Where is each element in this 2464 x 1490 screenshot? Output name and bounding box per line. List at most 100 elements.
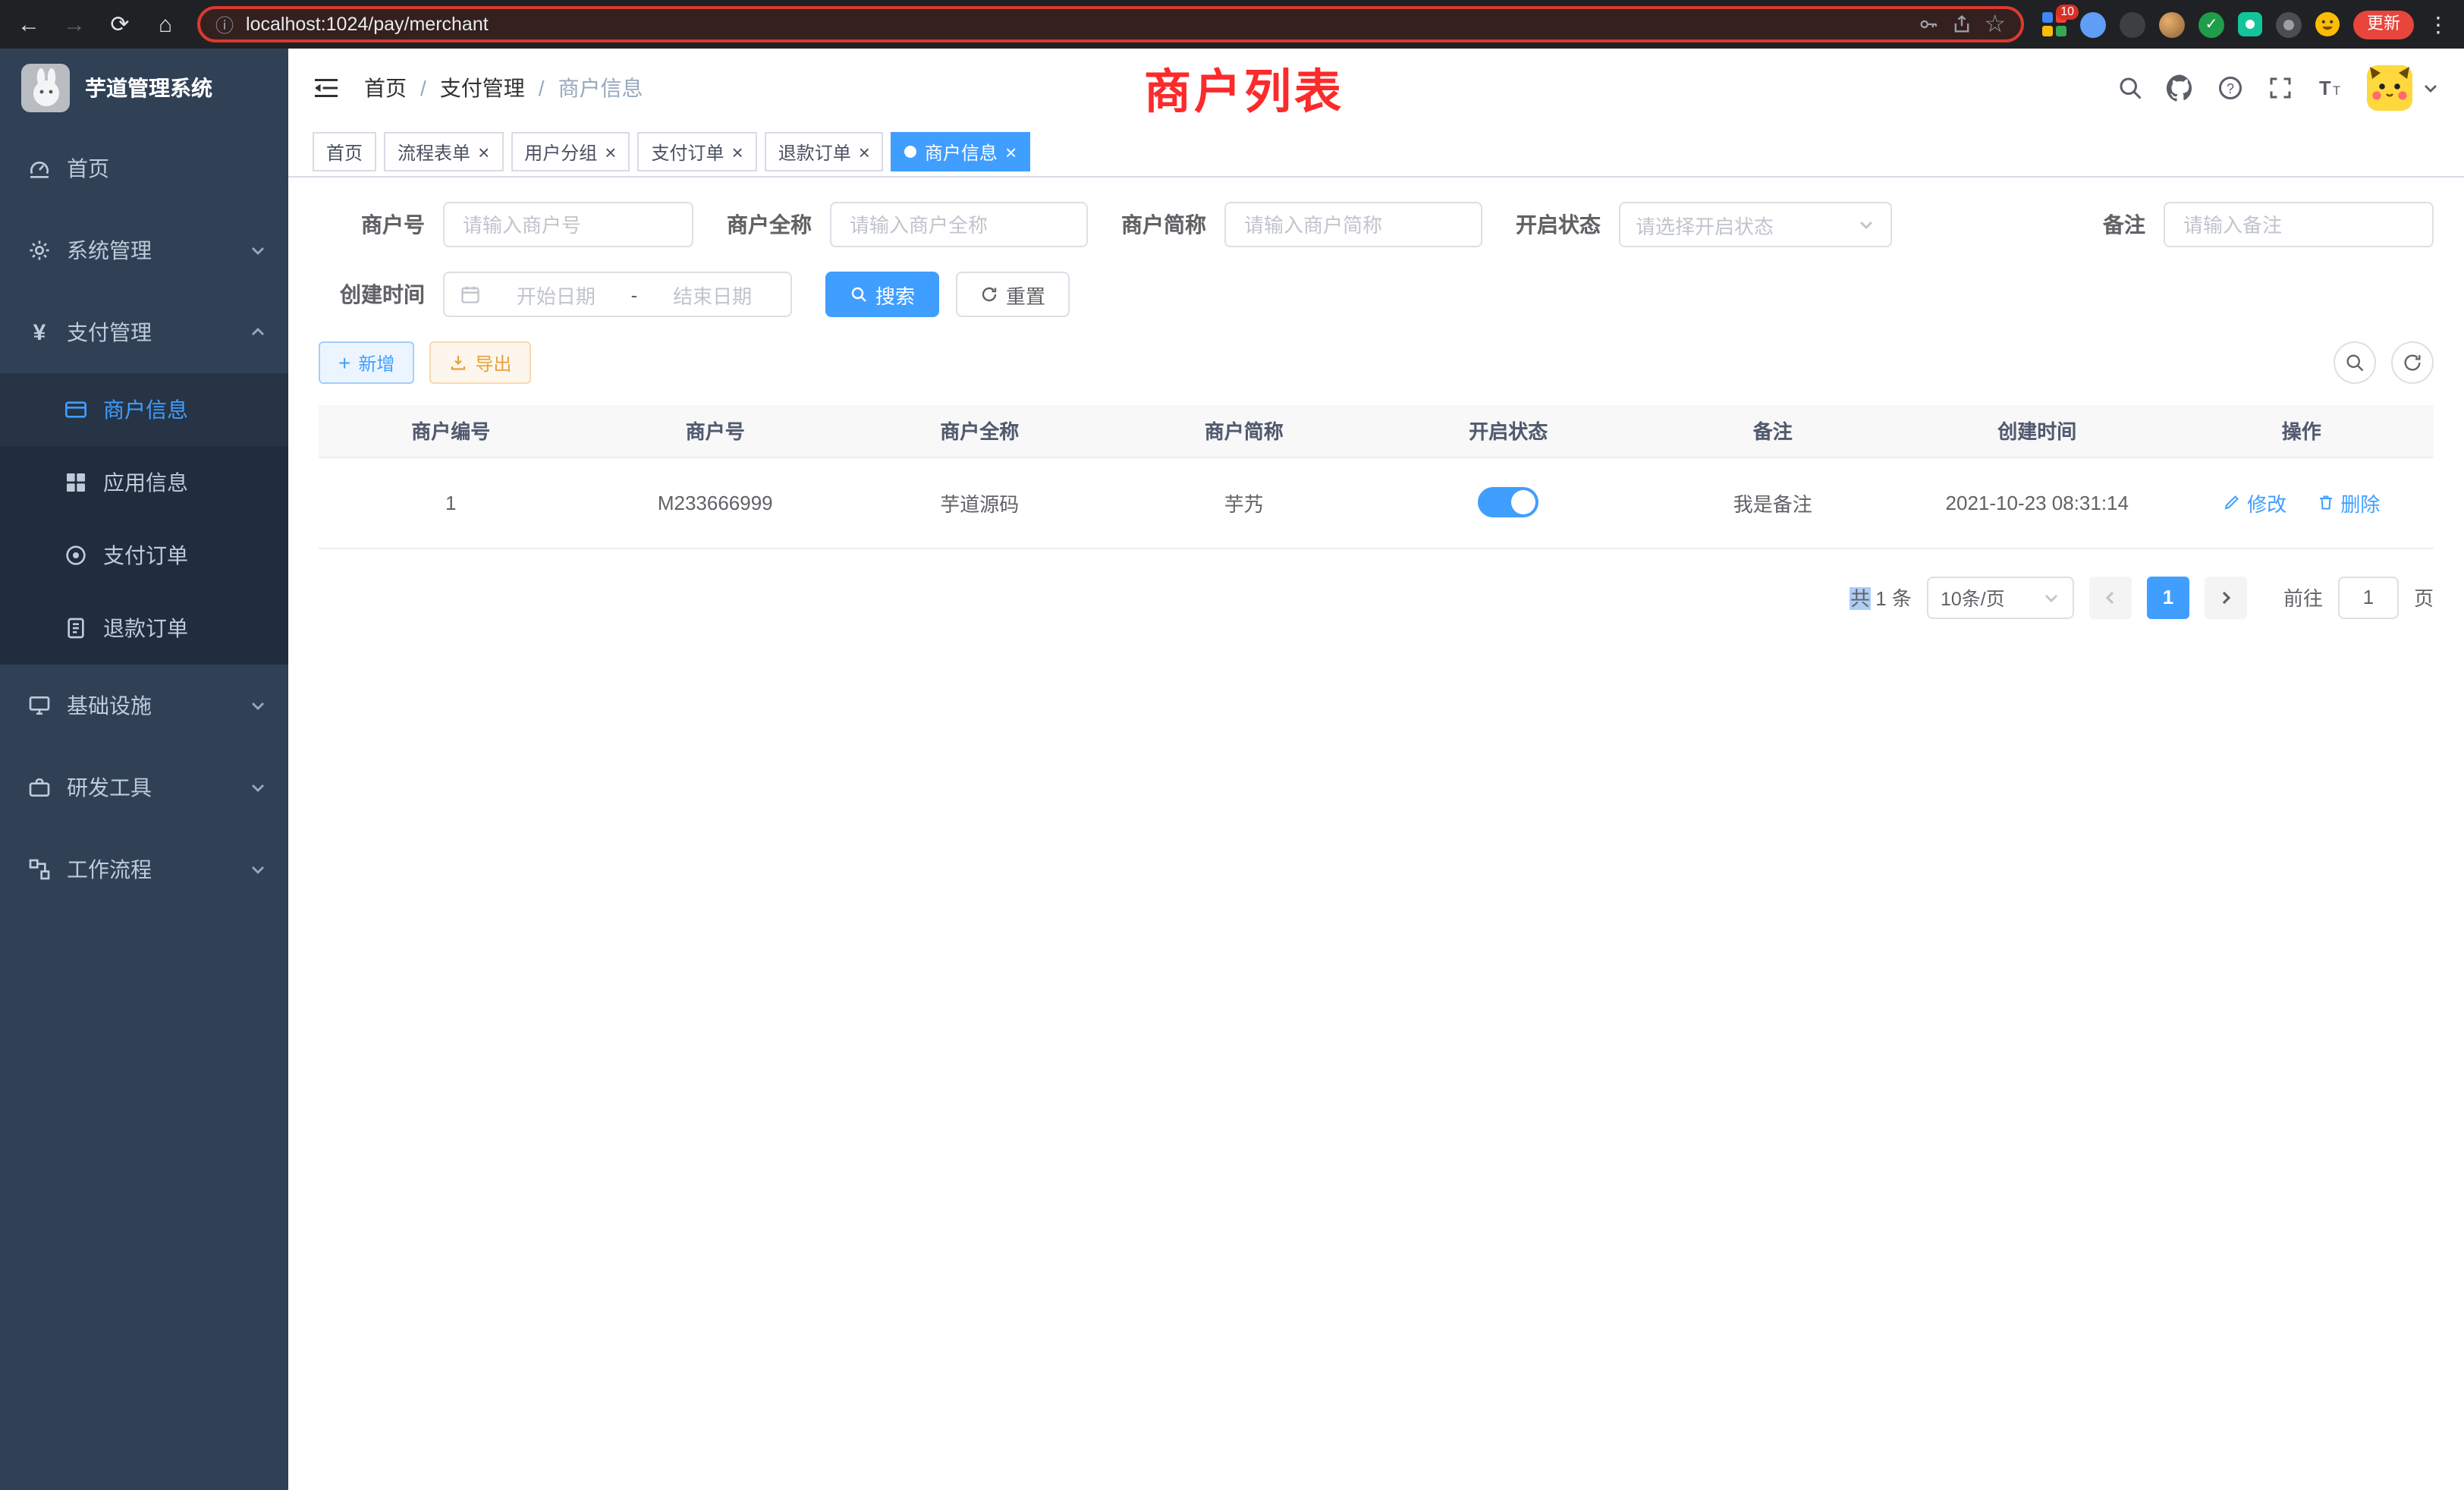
sidebar-item-app-info[interactable]: 应用信息 [0,446,288,519]
edit-link[interactable]: 修改 [2223,488,2286,517]
refresh-icon [980,285,998,303]
goto-label: 前往 [2283,583,2323,611]
delete-link[interactable]: 删除 [2316,488,2380,517]
col-short-name: 商户简称 [1112,405,1377,457]
tag-tabs: 首页 流程表单 × 用户分组 × 支付订单 × 退款订单 × [288,127,2464,178]
sidebar-item-merchant-info[interactable]: 商户信息 [0,373,288,446]
cell-short-name: 芋艿 [1112,457,1377,548]
browser-forward-icon[interactable]: → [61,11,88,37]
active-dot [905,146,917,158]
full-name-input[interactable] [830,202,1088,247]
top-navbar: 首页 / 支付管理 / 商户信息 商户列表 ? [288,49,2464,127]
extension-emoji-icon[interactable] [2315,12,2340,36]
browser-back-icon[interactable]: ← [15,11,42,37]
page-number-1[interactable]: 1 [2147,576,2189,618]
col-remark: 备注 [1641,405,1906,457]
extension-check-icon[interactable]: ✓ [2198,11,2224,37]
github-icon[interactable] [2167,74,2194,102]
start-date-placeholder: 开始日期 [493,280,619,309]
filter-row-1: 商户号 商户全称 商户简称 开启状态 请选择开启状态 [319,202,2434,247]
sidebar-item-workflow[interactable]: 工作流程 [0,828,288,910]
close-icon[interactable]: × [859,142,870,162]
browser-home-icon[interactable]: ⌂ [152,11,179,37]
help-icon[interactable]: ? [2217,74,2244,102]
sidebar-item-system[interactable]: 系统管理 [0,209,288,291]
sidebar-menu: 首页 系统管理 ¥ 支付管理 商户信息 [0,127,288,910]
user-avatar[interactable] [2367,65,2440,111]
merchant-no-input[interactable] [443,202,693,247]
sidebar-item-label: 研发工具 [67,772,152,803]
date-separator: - [631,283,638,306]
browser-reload-icon[interactable]: ⟳ [106,11,134,38]
sidebar-item-refund-order[interactable]: 退款订单 [0,592,288,665]
close-icon[interactable]: × [732,142,743,162]
toggle-search-button[interactable] [2334,341,2376,384]
filter-row-2: 创建时间 开始日期 - 结束日期 搜索 [319,272,2434,317]
extension-blue-icon[interactable] [2080,11,2106,37]
browser-menu-icon[interactable]: ⋮ [2428,11,2449,37]
site-info-icon[interactable]: ⓘ [215,11,234,37]
extension-dark-icon[interactable] [2120,11,2145,37]
reset-button[interactable]: 重置 [956,272,1070,317]
status-switch[interactable] [1478,487,1538,517]
next-page-button[interactable] [2205,576,2247,618]
create-time-range[interactable]: 开始日期 - 结束日期 [443,272,792,317]
search-button[interactable]: 搜索 [825,272,939,317]
export-button[interactable]: 导出 [429,341,531,384]
tab-pay-order[interactable]: 支付订单 × [637,132,756,171]
sidebar-item-dev-tools[interactable]: 研发工具 [0,747,288,828]
address-bar[interactable]: ⓘ localhost:1024/pay/merchant ☆ [197,6,2024,42]
download-icon [449,354,467,372]
plus-icon: + [338,354,350,372]
browser-update-button[interactable]: 更新 [2353,10,2414,39]
tab-process-form[interactable]: 流程表单 × [384,132,503,171]
goto-page-input[interactable] [2338,576,2399,618]
chevron-right-icon [2217,588,2235,606]
bookmark-star-icon[interactable]: ☆ [1984,9,2006,39]
tab-home[interactable]: 首页 [313,132,376,171]
card-icon [64,398,88,422]
col-merchant-no: 商户号 [583,405,848,457]
extension-green-square-icon[interactable] [2238,12,2262,36]
sidebar-item-label: 工作流程 [67,854,152,885]
remark-input[interactable] [2164,202,2434,247]
sidebar-item-pay-order[interactable]: 支付订单 [0,519,288,592]
breadcrumb-home[interactable]: 首页 [364,73,407,103]
short-name-input[interactable] [1224,202,1482,247]
tab-merchant-info[interactable]: 商户信息 × [891,132,1030,171]
breadcrumb-payment[interactable]: 支付管理 [440,73,525,103]
sidebar-fold-icon[interactable] [313,74,340,102]
share-icon[interactable] [1950,14,1972,35]
prev-page-button[interactable] [2089,576,2132,618]
browser-toolbar: ← → ⟳ ⌂ ⓘ localhost:1024/pay/merchant ☆ … [0,0,2464,49]
col-create-time: 创建时间 [1905,405,2170,457]
payment-submenu: 商户信息 应用信息 支付订单 退款订单 [0,373,288,665]
cell-remark: 我是备注 [1641,457,1906,548]
add-button[interactable]: + 新增 [319,341,414,384]
sidebar-item-home[interactable]: 首页 [0,127,288,209]
fullscreen-icon[interactable] [2267,74,2294,102]
tab-refund-order[interactable]: 退款订单 × [765,132,884,171]
close-icon[interactable]: × [605,142,616,162]
font-size-icon[interactable]: TT [2317,74,2344,102]
profile-extension-icon[interactable] [2159,11,2185,37]
navbar-actions: ? TT [2117,65,2440,111]
extensions-area: 10 ✓ 更新 ⋮ [2042,10,2449,39]
password-key-icon[interactable] [1917,14,1938,35]
search-icon [2344,352,2365,373]
close-icon[interactable]: × [478,142,489,162]
sidebar-item-infrastructure[interactable]: 基础设施 [0,665,288,747]
cell-full-name: 芋道源码 [847,457,1112,548]
status-select[interactable]: 请选择开启状态 [1619,202,1892,247]
refresh-table-button[interactable] [2391,341,2434,384]
close-icon[interactable]: × [1005,142,1017,162]
sidebar-item-payment[interactable]: ¥ 支付管理 [0,291,288,373]
extension-paw-icon[interactable] [2276,11,2302,37]
page-annotation: 商户列表 [1144,53,1344,121]
app-logo[interactable]: 芋道管理系统 [0,49,288,127]
page-size-select[interactable]: 10条/页 [1927,576,2074,618]
merchant-table: 商户编号 商户号 商户全称 商户简称 开启状态 备注 创建时间 操作 1 [319,405,2434,549]
search-icon[interactable] [2117,74,2144,102]
tab-user-group[interactable]: 用户分组 × [511,132,630,171]
extensions-icon[interactable]: 10 [2042,12,2066,36]
